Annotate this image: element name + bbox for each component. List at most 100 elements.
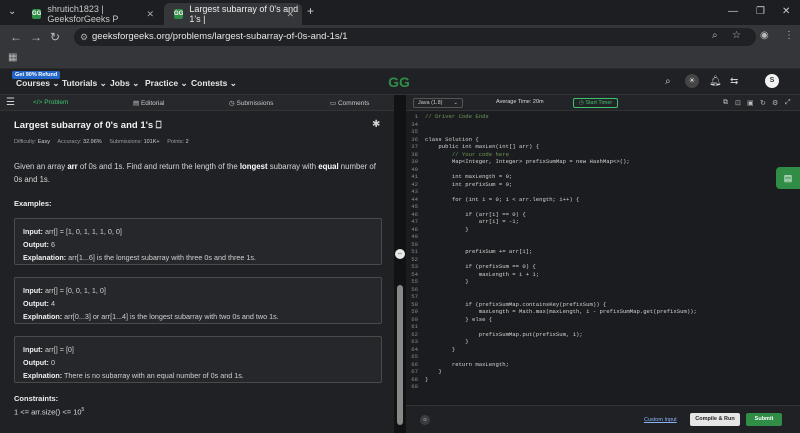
code-line: 64 } — [406, 346, 800, 354]
avg-time-label: Average Time: — [496, 99, 532, 105]
code-line: 53 if (prefixSum == 0) { — [406, 263, 800, 271]
desc-text: of 0s and 1s. Find and return the length… — [77, 162, 240, 171]
line-number: 55 — [411, 278, 418, 285]
profile-icon[interactable]: ◉ — [760, 30, 769, 41]
line-number: 64 — [411, 345, 418, 353]
line-number: 52 — [411, 255, 418, 263]
minimize-icon[interactable]: — — [728, 6, 738, 17]
line-number: 61 — [411, 323, 418, 330]
constraint-text: 1 <= arr.size() <= 10 — [14, 407, 82, 417]
output-label: Output: — [23, 240, 49, 249]
code-line: 36 class Solution { — [406, 136, 800, 144]
code-line: 35 — [406, 128, 800, 136]
example-explanation-row: Explnation: There is no subarray with an… — [23, 369, 373, 382]
tab-editorial[interactable]: ▤ Editorial — [133, 99, 164, 107]
forward-icon[interactable]: → — [30, 30, 42, 44]
code-line: 37 public int maxLen(int[] arr) { — [406, 143, 800, 151]
line-number: 42 — [411, 180, 418, 188]
code-line: 38 // Your code here — [406, 151, 800, 159]
code-text: if (prefixSumMap.containsKey(prefixSum))… — [425, 300, 607, 308]
tab-comments[interactable]: ▭ Comments — [330, 99, 369, 107]
menu-contests[interactable]: Contests ⌄ — [191, 78, 237, 89]
chevron-down-icon: ⌄ — [453, 100, 458, 106]
browser-tab-1[interactable]: GG shrutich1823 | GeeksforGeeks P ✕ — [22, 3, 162, 25]
restore-icon[interactable]: ❐ — [756, 6, 765, 17]
example-output-row: Output: 6 — [23, 238, 373, 251]
code-line: 59 maxLength = Math.max(maxLength, i - p… — [406, 308, 800, 316]
custom-input-link[interactable]: Custom Input — [644, 417, 677, 423]
site-info-icon[interactable]: ⚙ — [80, 28, 88, 46]
new-tab-button[interactable]: + — [307, 4, 314, 18]
difficulty-label: Difficulty: — [14, 139, 37, 145]
tab-list-icon[interactable]: ⌄ — [8, 6, 16, 17]
submit-button[interactable]: Submit — [746, 413, 782, 426]
code-line: 46 if (arr[i] == 0) { — [406, 211, 800, 219]
settings-icon[interactable]: ⚙ — [772, 99, 778, 107]
editorial-icon: ▤ — [133, 100, 141, 107]
code-text: } — [425, 338, 469, 345]
code-line: 44 for (int i = 0; i < arr.length; i++) … — [406, 196, 800, 204]
menu-jobs[interactable]: Jobs ⌄ — [110, 78, 139, 89]
example-output-row: Output: 4 — [23, 297, 373, 310]
code-editor[interactable]: 1 // Driver Code Ends 34 35 36 class Solution… — [406, 113, 800, 405]
bookmarks-bar: ▦ — [0, 49, 800, 69]
url-text: geeksforgeeks.org/problems/largest-subar… — [92, 31, 348, 42]
language-select[interactable]: Java (1.8) ⌄ — [413, 98, 463, 108]
menu-tutorials[interactable]: Tutorials ⌄ — [62, 78, 107, 89]
avatar[interactable]: S — [765, 74, 779, 88]
constraint-exponent: 5 — [81, 407, 85, 413]
tab-submissions[interactable]: ◷ Submissions — [229, 99, 273, 107]
url-field[interactable]: ⚙ geeksforgeeks.org/problems/largest-sub… — [74, 28, 756, 46]
save-icon[interactable]: ▣ — [747, 99, 754, 107]
line-number: 48 — [411, 225, 418, 233]
bookmark-icon[interactable]: ⎕ — [153, 120, 162, 131]
hamburger-icon[interactable]: ☰ — [6, 97, 15, 108]
example-input: arr[] = [1, 0, 1, 1, 1, 0, 0] — [44, 227, 122, 236]
zoom-icon[interactable]: ⌕ — [712, 30, 718, 41]
line-number: 57 — [411, 293, 418, 300]
line-number: 1 — [414, 113, 418, 120]
copy-icon[interactable]: ⧉ — [723, 99, 728, 107]
browser-tab-2[interactable]: GG Largest subarray of 0's and 1's | ✕ — [164, 3, 302, 25]
code-text: // Driver Code Ends — [425, 113, 489, 120]
code-line: 41 int maxLength = 0; — [406, 173, 800, 181]
examples-heading: Examples: — [14, 199, 52, 208]
bookmark-star-icon[interactable]: ☆ — [732, 30, 741, 41]
submissions-label: Submissions: — [109, 139, 143, 145]
resize-handle-icon[interactable]: ⇔ — [395, 249, 405, 259]
back-icon[interactable]: ← — [10, 30, 22, 44]
apps-grid-icon[interactable]: ▦ — [8, 52, 17, 63]
search-icon[interactable]: ⌕ — [665, 76, 671, 87]
menu-practice[interactable]: Practice ⌄ — [145, 78, 188, 89]
output-label: Output: — [23, 299, 49, 308]
bug-report-icon[interactable]: ✱ — [372, 119, 380, 130]
refresh-icon[interactable]: ↻ — [760, 99, 766, 107]
compile-run-button[interactable]: Compile & Run — [690, 413, 740, 426]
problem-scrollbar[interactable] — [397, 285, 403, 425]
close-tab-icon[interactable]: ✕ — [146, 9, 154, 20]
notification-bell-icon[interactable]: 🔔︎ — [709, 76, 722, 87]
fullscreen-icon[interactable]: ⤢ — [785, 99, 791, 107]
example-input: arr[] = [0, 0, 1, 1, 0] — [44, 286, 106, 295]
gfg-logo[interactable]: GG — [384, 75, 414, 89]
close-tab-icon[interactable]: ✕ — [286, 9, 294, 20]
line-number: 46 — [411, 210, 418, 218]
line-number: 47 — [411, 218, 418, 225]
theme-toggle-icon[interactable]: ☀ — [685, 74, 699, 88]
example-explanation: arr[1...6] is the longest subarray with … — [68, 253, 256, 262]
example-explanation: arr[0...3] or arr[1...4] is the longest … — [64, 312, 279, 321]
start-timer-button[interactable]: ◷ Start Timer — [573, 98, 619, 108]
reset-icon[interactable]: ⊡ — [735, 99, 741, 107]
reload-icon[interactable]: ↻ — [50, 30, 60, 44]
desc-text: subarray with — [267, 162, 319, 171]
menu-courses[interactable]: Courses ⌄ — [16, 78, 60, 89]
translate-icon[interactable]: ⇆ — [730, 76, 738, 87]
constraints-heading: Constraints: — [14, 394, 59, 403]
line-number: 68 — [411, 375, 418, 383]
browser-menu-icon[interactable]: ⋮ — [784, 30, 794, 41]
code-text: Map<Integer, Integer> prefixSumMap = new… — [425, 158, 630, 165]
chat-float-icon[interactable]: ▤ — [776, 167, 800, 189]
tab-problem[interactable]: </> Problem — [33, 99, 68, 106]
close-window-icon[interactable]: ✕ — [782, 6, 790, 17]
lightbulb-icon[interactable]: ☼ — [420, 415, 430, 425]
